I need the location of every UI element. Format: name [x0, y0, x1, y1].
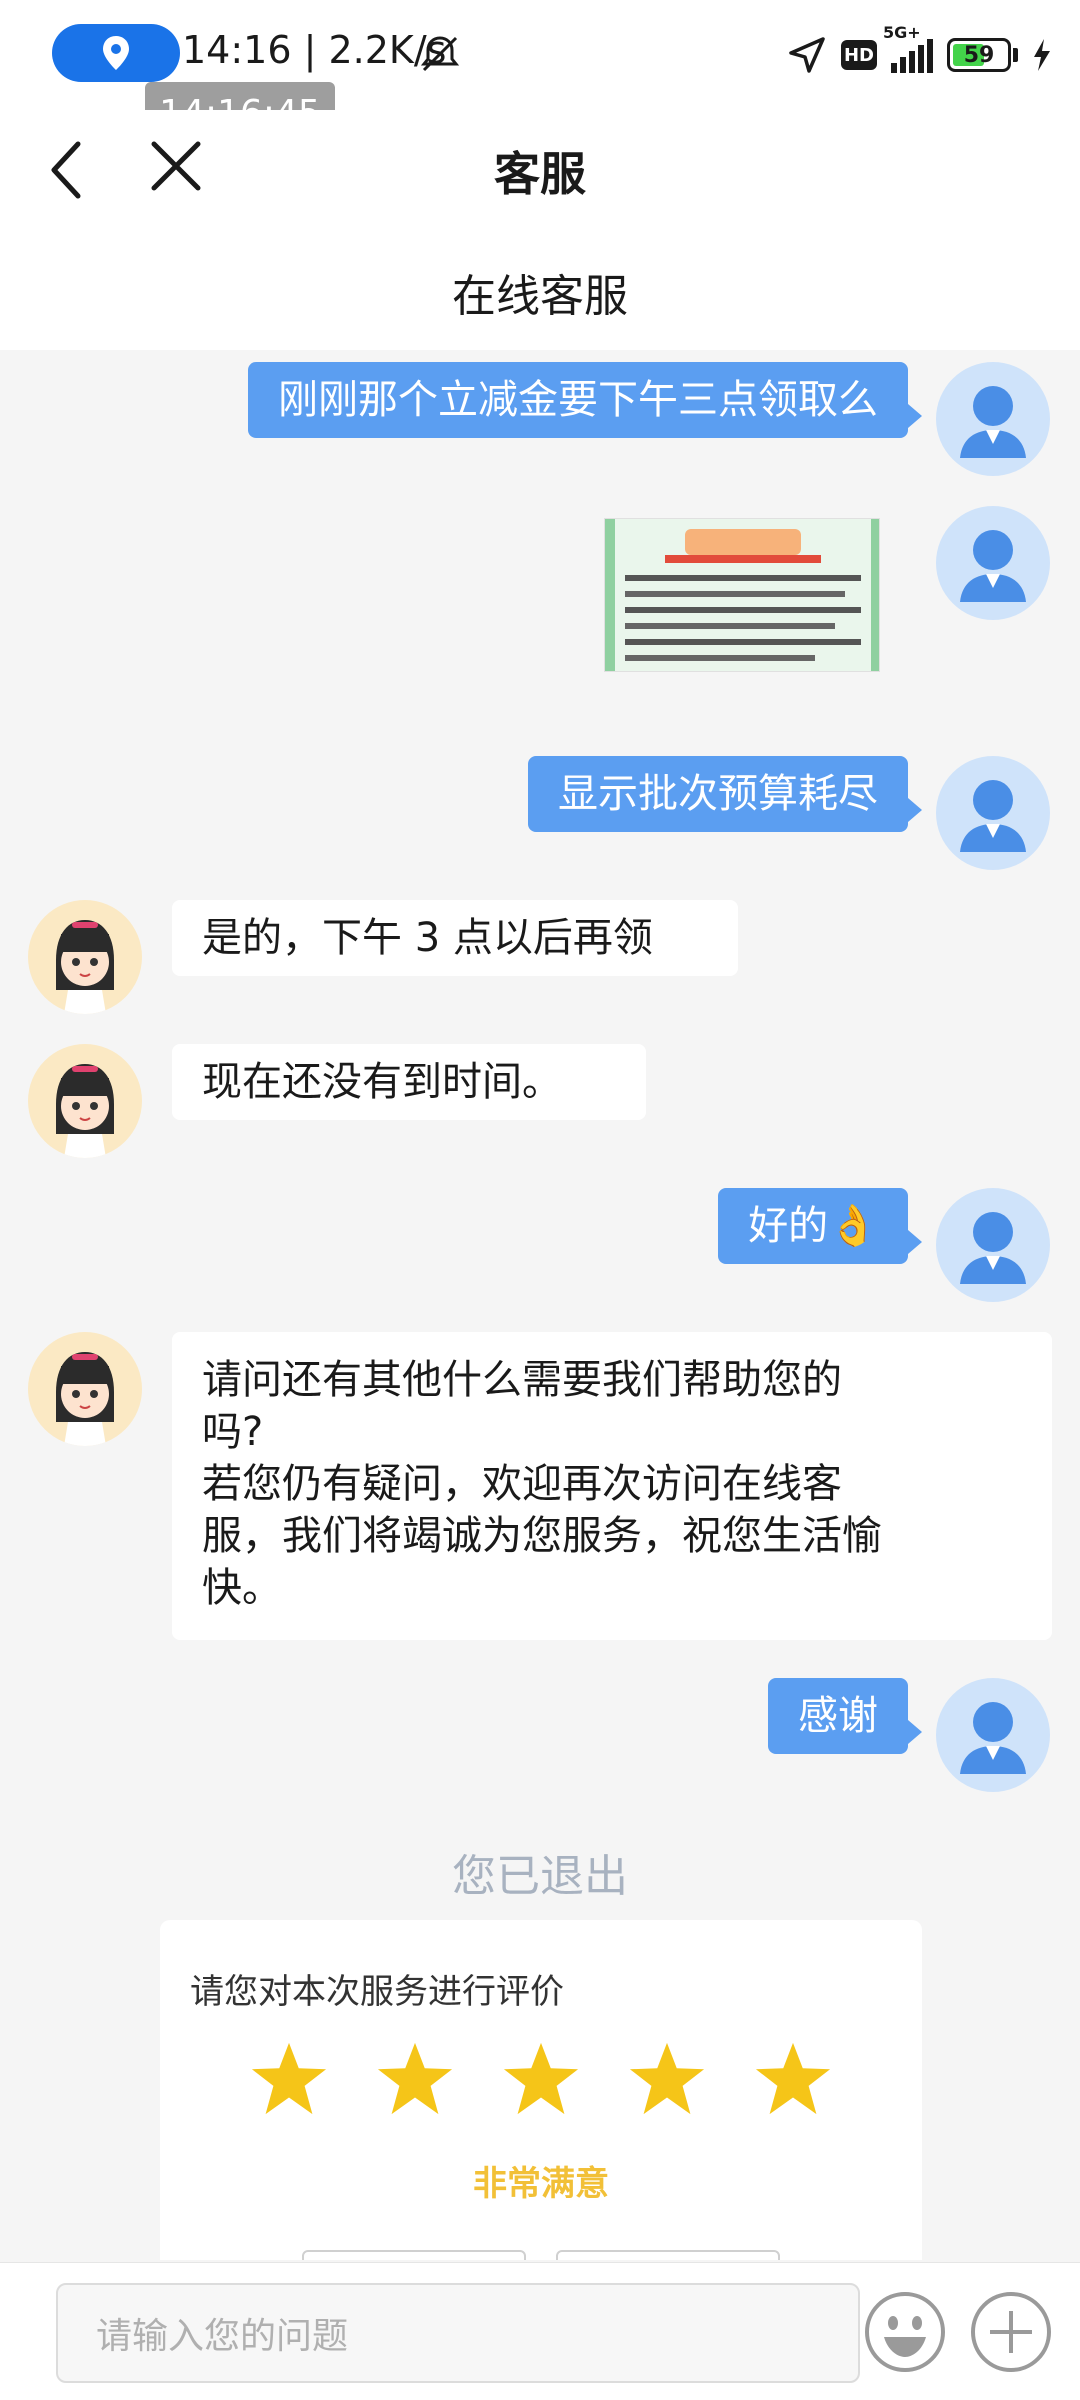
user-message[interactable]: 感谢 [768, 1678, 922, 1754]
agent-message-line: 吗? [202, 1409, 264, 1455]
rating-card: 请您对本次服务进行评价 非常满意 [160, 1920, 922, 2260]
user-avatar [936, 756, 1050, 870]
agent-message-line: 服，我们将竭诚为您服务，祝您生活愉 [202, 1513, 882, 1559]
hd-badge: HD [841, 40, 877, 70]
rating-prompt: 请您对本次服务进行评价 [190, 1972, 564, 2012]
rating-level: 非常满意 [473, 2164, 609, 2204]
battery-icon: 59 [947, 38, 1011, 72]
star-icon[interactable] [754, 2040, 832, 2118]
plus-icon[interactable] [968, 2289, 1054, 2375]
exit-notice: 您已退出 [452, 1851, 628, 1902]
charging-icon [1034, 39, 1050, 71]
chat-area[interactable]: 刚刚那个立减金要下午三点领取么 显示批次预算耗尽 是的，下午 3 点以后再领 现… [0, 350, 1080, 2260]
emoji-icon[interactable] [862, 2289, 948, 2375]
network-label: 5G+ [883, 23, 921, 42]
agent-avatar [28, 1332, 142, 1446]
header: 客服 在线客服 [0, 110, 1080, 350]
rating-tag-button[interactable] [302, 2250, 526, 2260]
user-avatar [936, 1678, 1050, 1792]
location-pill[interactable] [52, 24, 180, 82]
rating-stars [250, 2040, 832, 2118]
agent-avatar [28, 1044, 142, 1158]
user-message[interactable]: 刚刚那个立减金要下午三点领取么 [248, 362, 922, 438]
battery-cap [1013, 48, 1018, 62]
user-avatar [936, 506, 1050, 620]
user-message[interactable]: 好的👌 [718, 1188, 922, 1264]
star-icon[interactable] [502, 2040, 580, 2118]
agent-message[interactable]: 现在还没有到时间。 [172, 1044, 646, 1120]
image-message[interactable] [604, 518, 880, 672]
mute-icon [420, 36, 460, 72]
battery-level: 59 [963, 42, 995, 68]
status-bar: 14:16 | 2.2K/s 14:16:45 HD 5G+ 59 [0, 0, 1080, 144]
user-message[interactable]: 显示批次预算耗尽 [528, 756, 922, 832]
page-title: 客服 [494, 147, 586, 201]
star-icon[interactable] [628, 2040, 706, 2118]
agent-avatar [28, 900, 142, 1014]
page-subtitle: 在线客服 [452, 271, 628, 322]
star-icon[interactable] [376, 2040, 454, 2118]
location-icon [103, 36, 129, 70]
input-bar: 请输入您的问题 [0, 2262, 1080, 2400]
agent-message-line: 请问还有其他什么需要我们帮助您的 [202, 1357, 842, 1403]
agent-message-line: 若您仍有疑问，欢迎再次访问在线客 [202, 1461, 842, 1507]
user-avatar [936, 1188, 1050, 1302]
agent-message[interactable]: 请问还有其他什么需要我们帮助您的 吗? 若您仍有疑问，欢迎再次访问在线客 服，我… [172, 1332, 1052, 1640]
navigation-icon [789, 37, 825, 73]
agent-message[interactable]: 是的，下午 3 点以后再领 [172, 900, 738, 976]
star-icon[interactable] [250, 2040, 328, 2118]
signal-icon: 5G+ [883, 23, 933, 73]
user-avatar [936, 362, 1050, 476]
status-icons: HD 5G+ 59 [787, 23, 1052, 80]
agent-message-line: 快。 [202, 1565, 282, 1611]
message-input[interactable]: 请输入您的问题 [56, 2283, 860, 2383]
status-time-speed: 14:16 | 2.2K/s [182, 28, 447, 72]
rating-tag-button[interactable] [556, 2250, 780, 2260]
